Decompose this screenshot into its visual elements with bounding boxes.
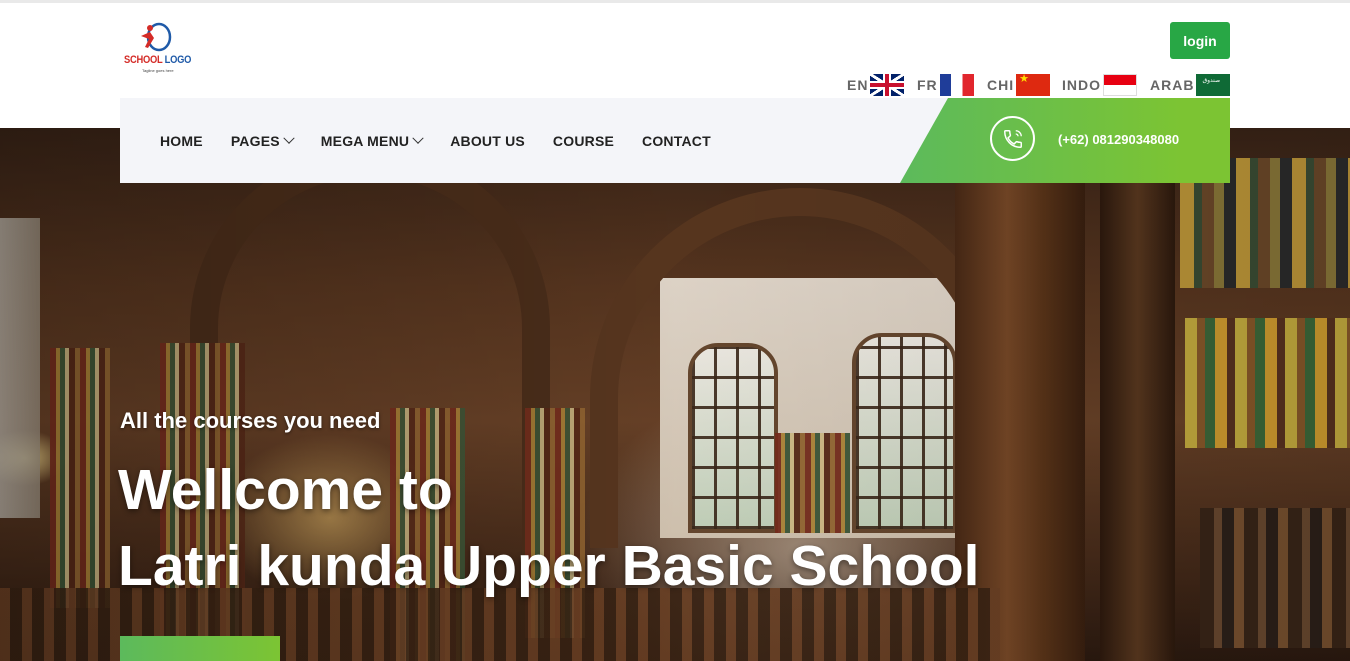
lang-en[interactable]: EN	[847, 74, 905, 96]
top-border	[0, 0, 1350, 3]
china-flag-icon	[1016, 74, 1051, 96]
saudi-flag-icon	[1196, 74, 1231, 96]
lang-indo[interactable]: INDO	[1062, 74, 1137, 96]
lang-fr-label: FR	[917, 77, 938, 93]
logo-text-main: SCHOOL	[124, 54, 163, 66]
phone-icon[interactable]	[990, 116, 1035, 161]
lang-en-label: EN	[847, 77, 869, 93]
lang-chi-label: CHI	[987, 77, 1015, 93]
nav-item-home[interactable]: HOME	[160, 133, 203, 149]
chevron-down-icon	[412, 132, 424, 144]
lang-fr[interactable]: FR	[917, 74, 974, 96]
france-flag-icon	[939, 74, 974, 96]
nav-item-course[interactable]: COURSE	[553, 133, 614, 149]
hero-title-line2: Latri kunda Upper Basic School	[118, 534, 980, 598]
hero-title: Wellcome to Latri kunda Upper Basic Scho…	[118, 452, 980, 604]
chevron-down-icon	[283, 132, 295, 144]
hero-subtitle: All the courses you need	[120, 408, 381, 433]
nav-item-about-us[interactable]: ABOUT US	[450, 133, 525, 149]
lang-chi[interactable]: CHI	[987, 74, 1051, 96]
lang-indo-label: INDO	[1062, 77, 1101, 93]
nav-list: HOME PAGES MEGA MENU ABOUT US COURSE CON…	[160, 98, 739, 183]
logo-tagline: Tagline goes here	[142, 68, 174, 73]
nav-item-label: CONTACT	[642, 132, 711, 149]
logo-mark-icon	[141, 22, 172, 52]
school-logo[interactable]: SCHOOL LOGO Tagline goes here	[122, 22, 191, 76]
phone-number[interactable]: (+62) 081290348080	[1058, 132, 1179, 147]
login-button[interactable]: login	[1170, 22, 1230, 59]
nav-item-pages[interactable]: PAGES	[230, 132, 295, 149]
lang-arab-label: ARAB	[1150, 77, 1195, 93]
nav-item-contact[interactable]: CONTACT	[642, 133, 711, 149]
lang-arab[interactable]: ARAB	[1150, 74, 1231, 96]
indonesia-flag-icon	[1103, 74, 1137, 96]
nav-item-label: HOME	[160, 132, 203, 149]
uk-flag-icon	[870, 74, 905, 96]
hero-title-line1: Wellcome to	[118, 458, 453, 522]
nav-item-label: ABOUT US	[450, 132, 525, 149]
hero-cta-button[interactable]	[120, 636, 280, 661]
logo-text-accent: LOGO	[164, 54, 192, 66]
nav-item-label: COURSE	[552, 132, 615, 149]
nav-item-label: MEGA MENU	[320, 132, 410, 149]
nav-item-mega-menu[interactable]: MEGA MENU	[320, 132, 424, 149]
nav-item-label: PAGES	[230, 132, 280, 149]
